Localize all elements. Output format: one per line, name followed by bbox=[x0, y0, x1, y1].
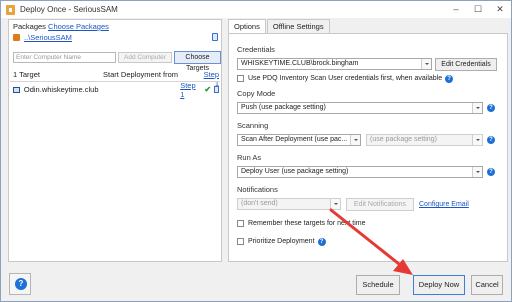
computer-icon bbox=[13, 86, 20, 93]
help-icon[interactable]: ? bbox=[317, 237, 326, 246]
scanning-select[interactable]: Scan After Deployment (use pac... bbox=[237, 134, 361, 146]
edit-credentials-button[interactable]: Edit Credentials bbox=[435, 58, 497, 71]
computer-name-input[interactable]: Enter Computer Name bbox=[13, 52, 116, 63]
start-from-label: Start Deployment from bbox=[103, 70, 179, 79]
targets-count: 1 Target bbox=[13, 70, 40, 79]
options-panel: Credentials WHISKEYTIME.CLUB\brock.bingh… bbox=[228, 33, 508, 262]
notifications-value: (don't send) bbox=[241, 200, 278, 207]
check-icon: ✔ bbox=[204, 85, 212, 94]
package-icon bbox=[13, 34, 20, 41]
credentials-value: WHISKEYTIME.CLUB\brock.bingham bbox=[241, 60, 359, 67]
help-icon[interactable]: ? bbox=[487, 104, 495, 112]
credentials-select[interactable]: WHISKEYTIME.CLUB\brock.bingham bbox=[237, 58, 432, 70]
pdq-app-icon bbox=[6, 4, 15, 15]
tab-options[interactable]: Options bbox=[228, 19, 266, 34]
chevron-down-icon bbox=[472, 135, 482, 145]
checkbox[interactable] bbox=[237, 238, 244, 245]
scan-profile-select[interactable]: (use package setting) bbox=[366, 134, 483, 146]
prioritize-checkbox[interactable]: Prioritize Deployment ? bbox=[237, 237, 326, 246]
window-title: Deploy Once - SeriousSAM bbox=[20, 5, 118, 14]
copy-mode-value: Push (use package setting) bbox=[241, 104, 326, 111]
target-name: Odin.whiskeytime.club bbox=[23, 85, 99, 94]
deploy-once-window: Deploy Once - SeriousSAM – ☐ ✕ Packages … bbox=[0, 0, 512, 302]
target-row[interactable]: Odin.whiskeytime.club Step 1 ✔ bbox=[13, 81, 220, 99]
target-step-link[interactable]: Step 1 bbox=[180, 81, 201, 99]
prioritize-label: Prioritize Deployment bbox=[248, 238, 315, 245]
help-button[interactable]: ? bbox=[9, 273, 31, 295]
packages-label: Packages bbox=[13, 22, 46, 31]
chevron-down-icon bbox=[421, 59, 431, 69]
schedule-button[interactable]: Schedule bbox=[356, 275, 400, 295]
remember-targets-checkbox[interactable]: Remember these targets for next time bbox=[237, 219, 366, 228]
credentials-label: Credentials bbox=[237, 45, 275, 54]
run-as-label: Run As bbox=[237, 153, 262, 162]
header-step-link[interactable]: Step 1 bbox=[199, 70, 219, 88]
use-inventory-scan-checkbox[interactable]: Use PDQ Inventory Scan User credentials … bbox=[237, 74, 454, 83]
run-as-select[interactable]: Deploy User (use package setting) bbox=[237, 166, 483, 178]
maximize-icon[interactable]: ☐ bbox=[467, 1, 489, 18]
help-icon[interactable]: ? bbox=[487, 136, 495, 144]
package-row[interactable]: ..\SeriousSAM bbox=[13, 32, 218, 43]
edit-notifications-button[interactable]: Edit Notifications bbox=[346, 198, 414, 211]
run-as-value: Deploy User (use package setting) bbox=[241, 168, 349, 175]
lock-icon bbox=[212, 33, 218, 41]
help-icon[interactable]: ? bbox=[487, 168, 495, 176]
notifications-select[interactable]: (don't send) bbox=[237, 198, 341, 210]
choose-packages-link[interactable]: Choose Packages bbox=[48, 22, 109, 31]
help-icon[interactable]: ? bbox=[445, 74, 454, 83]
tab-offline-settings[interactable]: Offline Settings bbox=[266, 19, 330, 33]
scanning-label: Scanning bbox=[237, 121, 269, 130]
use-inventory-scan-label: Use PDQ Inventory Scan User credentials … bbox=[248, 75, 443, 82]
scan-profile-value: (use package setting) bbox=[370, 136, 437, 143]
help-icon: ? bbox=[15, 278, 27, 290]
chevron-down-icon bbox=[330, 199, 340, 209]
chevron-down-icon bbox=[350, 135, 360, 145]
copy-mode-label: Copy Mode bbox=[237, 89, 276, 98]
checkbox[interactable] bbox=[237, 220, 244, 227]
checkbox[interactable] bbox=[237, 75, 244, 82]
minimize-icon[interactable]: – bbox=[445, 1, 467, 18]
targets-panel: Packages Choose Packages ..\SeriousSAM E… bbox=[8, 19, 222, 262]
choose-targets-button[interactable]: Choose Targets bbox=[174, 51, 221, 72]
remember-targets-label: Remember these targets for next time bbox=[248, 220, 366, 227]
configure-email-link[interactable]: Configure Email bbox=[419, 201, 469, 208]
copy-mode-select[interactable]: Push (use package setting) bbox=[237, 102, 483, 114]
notifications-label: Notifications bbox=[237, 185, 278, 194]
title-bar: Deploy Once - SeriousSAM – ☐ ✕ bbox=[1, 1, 511, 18]
targets-header: 1 Target Start Deployment from Step 1 bbox=[13, 70, 219, 88]
close-icon[interactable]: ✕ bbox=[489, 1, 511, 18]
chevron-down-icon bbox=[472, 103, 482, 113]
add-computer-button[interactable]: Add Computer bbox=[118, 52, 172, 63]
deploy-now-button[interactable]: Deploy Now bbox=[413, 275, 465, 295]
chevron-down-icon bbox=[472, 167, 482, 177]
lock-icon bbox=[214, 86, 220, 93]
cancel-button[interactable]: Cancel bbox=[471, 275, 503, 295]
tab-strip: Options Offline Settings bbox=[228, 19, 331, 34]
package-link[interactable]: ..\SeriousSAM bbox=[24, 33, 72, 42]
scanning-value: Scan After Deployment (use pac... bbox=[241, 136, 348, 143]
